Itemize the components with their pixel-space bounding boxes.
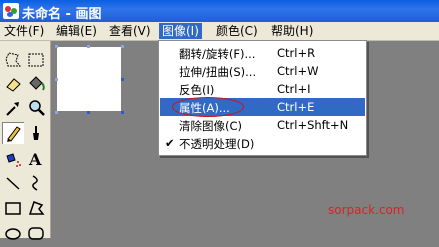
- menu-item-shortcut: Ctrl+E: [277, 100, 315, 114]
- title-bar: 未命名 - 画图: [0, 0, 439, 22]
- checkmark-icon: ✔: [165, 136, 175, 150]
- text-tool[interactable]: A: [25, 147, 47, 169]
- menu-item-label: 翻转/旋转(F)...: [179, 47, 256, 61]
- menu-item-label: 反色(I): [179, 83, 215, 97]
- menu-item-stretch-skew[interactable]: 拉伸/扭曲(S)... Ctrl+W: [160, 62, 365, 80]
- rectangle-tool[interactable]: [2, 197, 24, 219]
- canvas-resize-handle-right[interactable]: [121, 78, 124, 81]
- select-tool[interactable]: [25, 49, 47, 71]
- menu-item-label: 清除图像(C): [179, 119, 243, 133]
- menu-item-shortcut: Ctrl+R: [277, 46, 316, 60]
- menu-bar: 文件(F) 编辑(E) 查看(V) 图像(I) 颜色(C) 帮助(H): [0, 22, 439, 41]
- canvas-resize-handle-corner[interactable]: [121, 111, 124, 114]
- menu-item-invert-colors[interactable]: 反色(I) Ctrl+I: [160, 80, 365, 98]
- svg-text:A: A: [28, 150, 42, 169]
- paint-app-icon[interactable]: [3, 3, 19, 19]
- menu-image[interactable]: 图像(I): [159, 23, 202, 39]
- menu-item-shortcut: Ctrl+I: [277, 82, 311, 96]
- window-title: 未命名 - 画图: [22, 7, 102, 22]
- canvas-handle-bottom-left: [55, 111, 58, 114]
- menu-file[interactable]: 文件(F): [1, 23, 47, 39]
- menu-item-clear-image[interactable]: 清除图像(C) Ctrl+Shft+N: [160, 116, 365, 134]
- polygon-tool[interactable]: [25, 197, 47, 219]
- watermark-text: sorpack.com: [328, 203, 405, 217]
- pencil-tool[interactable]: [2, 122, 24, 144]
- menu-edit[interactable]: 编辑(E): [53, 23, 100, 39]
- menu-item-flip-rotate[interactable]: 翻转/旋转(F)... Ctrl+R: [160, 44, 365, 62]
- fill-bucket-tool[interactable]: [25, 73, 47, 95]
- brush-tool[interactable]: [25, 122, 47, 144]
- menu-view[interactable]: 查看(V): [106, 23, 154, 39]
- airbrush-tool[interactable]: [2, 147, 24, 169]
- menu-item-label: 不透明处理(D): [179, 137, 255, 151]
- eraser-tool[interactable]: [2, 73, 24, 95]
- line-tool[interactable]: [2, 172, 24, 194]
- tool-box: A: [0, 41, 51, 240]
- color-picker-tool[interactable]: [2, 97, 24, 119]
- menu-item-shortcut: Ctrl+W: [277, 64, 319, 78]
- menu-item-label: 拉伸/扭曲(S)...: [179, 65, 257, 79]
- canvas-handle-top: [87, 45, 90, 48]
- canvas-handle-top-right: [121, 45, 124, 48]
- annotation-ellipse: [172, 97, 244, 117]
- free-form-select-tool[interactable]: [2, 49, 24, 71]
- menu-colors[interactable]: 颜色(C): [213, 23, 261, 39]
- menu-item-shortcut: Ctrl+Shft+N: [277, 118, 349, 132]
- curve-tool[interactable]: [25, 172, 47, 194]
- canvas-handle-top-left: [55, 45, 58, 48]
- menu-help[interactable]: 帮助(H): [268, 23, 316, 39]
- magnifier-tool[interactable]: [25, 97, 47, 119]
- drawing-canvas[interactable]: [57, 47, 121, 111]
- canvas-handle-left: [55, 78, 58, 81]
- canvas-resize-handle-bottom[interactable]: [87, 111, 90, 114]
- menu-item-draw-opaque[interactable]: ✔ 不透明处理(D): [160, 134, 365, 152]
